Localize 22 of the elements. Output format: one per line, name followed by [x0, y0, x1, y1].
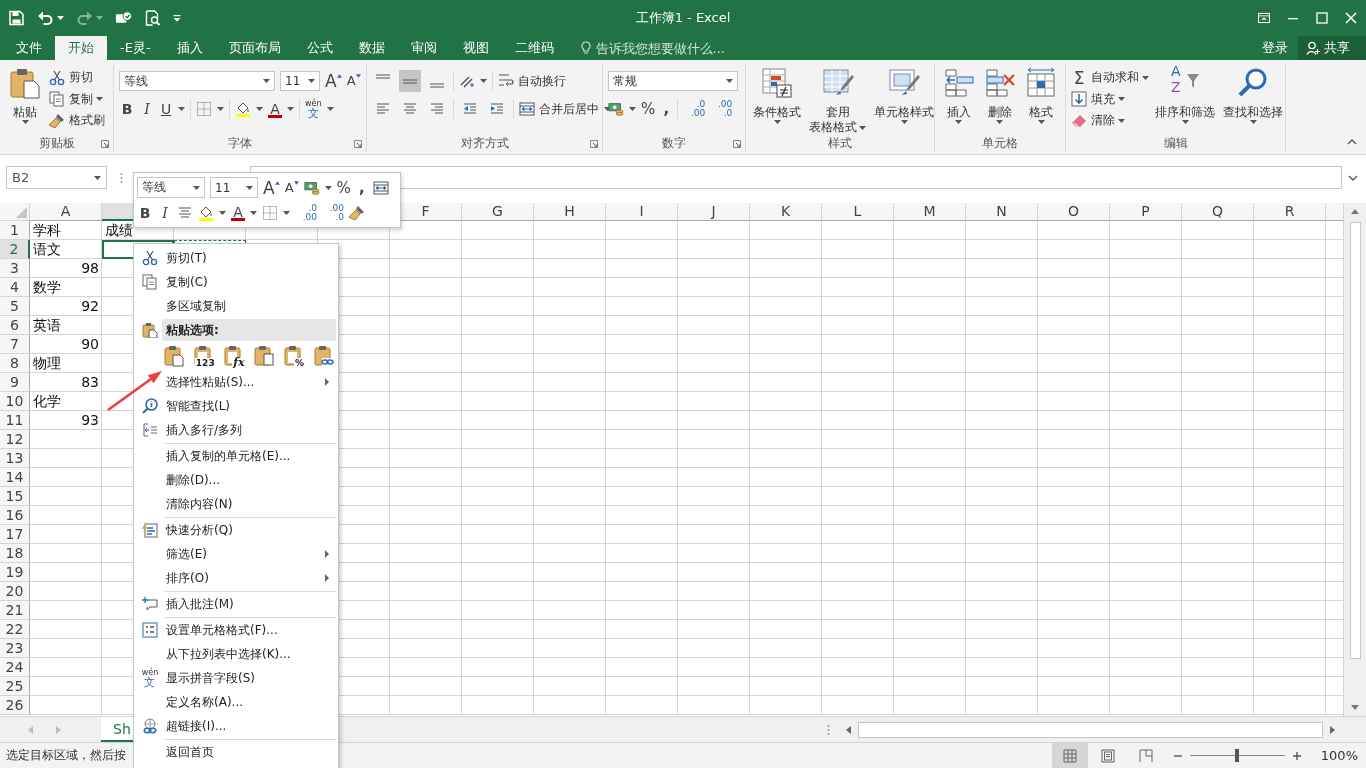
group-label: 数字: [662, 135, 686, 152]
group-label: 单元格: [982, 135, 1018, 152]
table-cell-text: 语文: [32, 240, 62, 259]
table-cell-text: 90: [80, 335, 100, 354]
table-cell-text: 83: [80, 373, 100, 392]
table-cell-text: 98: [80, 259, 100, 278]
group-label: 字体: [228, 135, 252, 152]
window-title: 工作簿1 - Excel: [635, 9, 731, 27]
table-cell-text: 物理: [32, 354, 62, 373]
table-cell-text: 成绩: [104, 221, 134, 240]
table-cell-text: 92: [80, 297, 100, 316]
group-label: 对齐方式: [460, 135, 509, 152]
table-cell-text: 化学: [32, 392, 62, 411]
table-cell-text: 英语: [32, 316, 62, 335]
phonetic-icon: wén 文: [141, 668, 159, 688]
table-cell-text: 93: [80, 411, 100, 430]
group-label: 编辑: [1163, 135, 1188, 152]
table-cell-text: 数学: [32, 278, 62, 297]
group-label: 样式: [828, 135, 852, 152]
group-label: 剪贴板: [38, 135, 75, 152]
status-message: 选定目标区域，然后按: [5, 747, 126, 764]
table-cell-text: 学科: [32, 221, 62, 240]
